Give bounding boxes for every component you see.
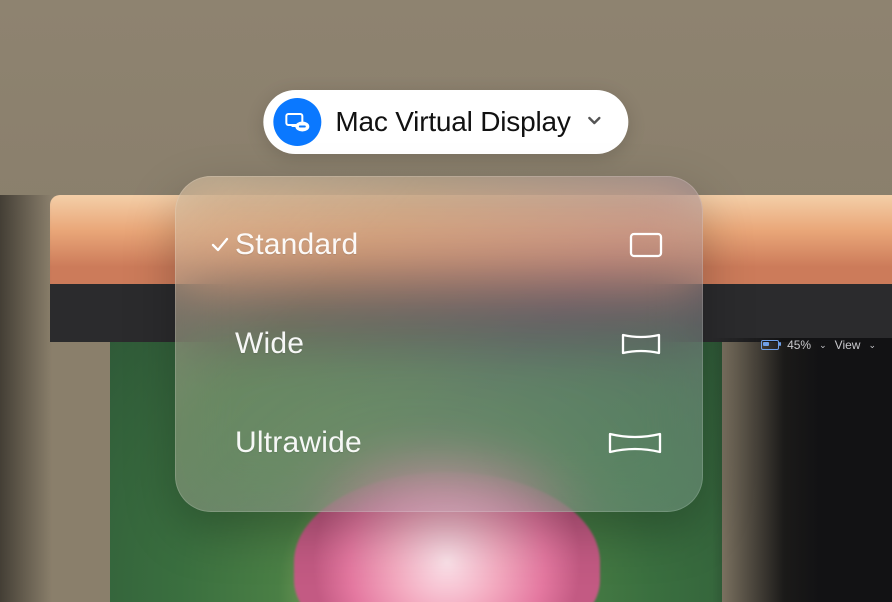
mac-virtual-display-title: Mac Virtual Display bbox=[335, 106, 570, 138]
aspect-ultrawide-icon bbox=[603, 431, 663, 455]
view-menu-label[interactable]: View bbox=[835, 338, 861, 352]
chevron-down-icon: ⌄ bbox=[868, 340, 876, 351]
mac-virtual-display-icon bbox=[273, 98, 321, 146]
option-label-wide: Wide bbox=[235, 327, 603, 361]
checkmark-icon bbox=[205, 234, 235, 256]
option-label-ultrawide: Ultrawide bbox=[235, 426, 603, 460]
status-bar-right: 45% ⌄ View ⌄ bbox=[761, 338, 876, 352]
aspect-standard-icon bbox=[603, 232, 663, 258]
battery-percent: 45% bbox=[787, 338, 811, 352]
option-wide[interactable]: Wide bbox=[205, 314, 663, 374]
option-label-standard: Standard bbox=[235, 228, 603, 262]
aspect-wide-icon bbox=[603, 331, 663, 357]
battery-icon bbox=[761, 340, 779, 350]
option-standard[interactable]: Standard bbox=[205, 215, 663, 275]
chevron-down-icon: ⌄ bbox=[819, 340, 827, 351]
mac-virtual-display-button[interactable]: Mac Virtual Display bbox=[263, 90, 628, 154]
background-left-shadow bbox=[0, 195, 52, 602]
option-ultrawide[interactable]: Ultrawide bbox=[205, 413, 663, 473]
chevron-down-icon bbox=[585, 110, 605, 135]
display-size-menu: Standard Wide Ultrawide bbox=[175, 176, 703, 512]
background-right-panel bbox=[712, 338, 892, 602]
